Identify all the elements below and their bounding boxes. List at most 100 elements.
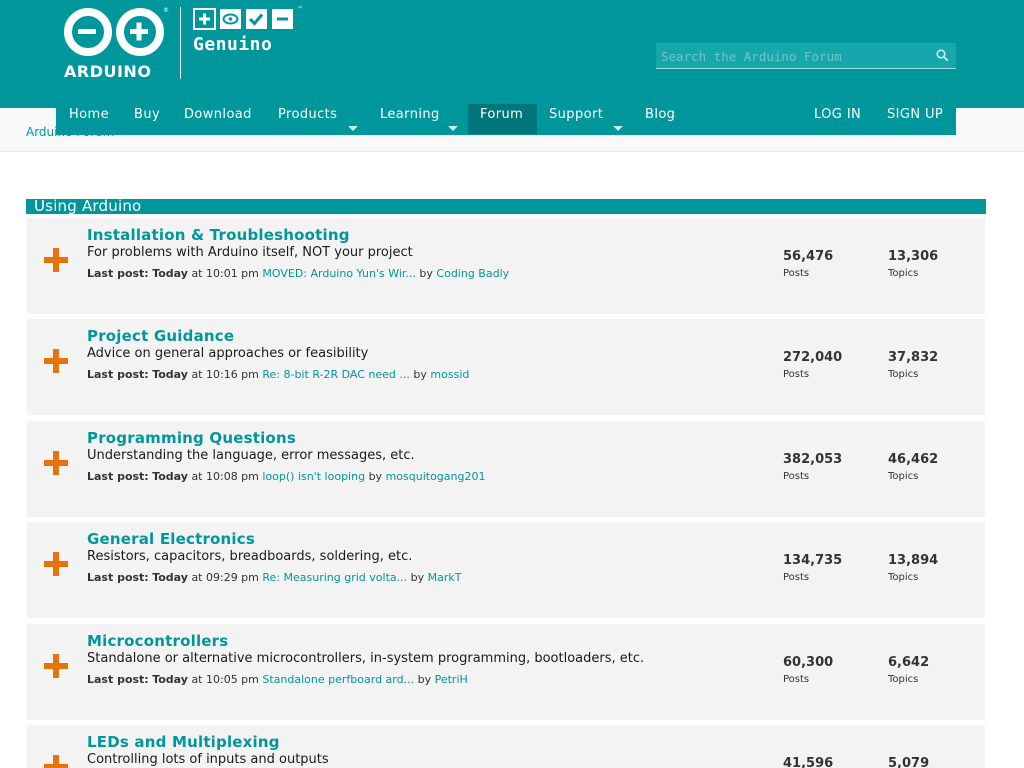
- support-chevron-down-icon[interactable]: [613, 126, 623, 131]
- last-post-topic-link[interactable]: Re: 8-bit R-2R DAC need ...: [262, 368, 410, 381]
- board-description: Advice on general approaches or feasibil…: [87, 346, 369, 361]
- board-plus-icon: [44, 654, 68, 678]
- nav-support[interactable]: Support: [549, 104, 603, 134]
- posts-label: Posts: [783, 674, 810, 685]
- board-plus-icon: [44, 552, 68, 576]
- registered-mark: ®: [163, 7, 169, 14]
- logo-divider: [180, 7, 181, 79]
- search-icon[interactable]: [936, 49, 949, 62]
- board-plus-icon: [44, 451, 68, 475]
- forum-search-input[interactable]: [656, 43, 926, 69]
- board-row: General Electronics Resistors, capacitor…: [27, 522, 985, 618]
- last-post-topic-link[interactable]: Re: Measuring grid volta...: [262, 571, 407, 584]
- nav-blog[interactable]: Blog: [645, 104, 675, 134]
- board-title-link[interactable]: General Electronics: [87, 530, 255, 548]
- posts-count: 56,476: [783, 249, 834, 264]
- genuino-wordmark[interactable]: Genuino: [193, 34, 272, 55]
- board-title-link[interactable]: Microcontrollers: [87, 632, 228, 650]
- last-post-label: Last post:: [87, 571, 149, 584]
- last-post-topic-link[interactable]: MOVED: Arduino Yun's Wir...: [262, 267, 416, 280]
- last-post-day: Today: [152, 571, 188, 584]
- last-post-author-link[interactable]: mosquitogang201: [386, 470, 486, 483]
- topics-label: Topics: [888, 268, 919, 279]
- topics-label: Topics: [888, 572, 919, 583]
- topics-label: Topics: [888, 369, 919, 380]
- last-post-day: Today: [152, 368, 188, 381]
- board-row: Installation & Troubleshooting For probl…: [27, 218, 985, 314]
- last-post-author-link[interactable]: MarkT: [428, 571, 462, 584]
- site-header: ARDUINO ® ™ Genuino: [0, 0, 1024, 108]
- topics-count: 13,306: [888, 249, 939, 264]
- topics-count: 46,462: [888, 452, 939, 467]
- arduino-wordmark[interactable]: ARDUINO: [64, 62, 151, 81]
- last-post-time: at 10:05 pm: [191, 673, 259, 686]
- nav-download[interactable]: Download: [184, 104, 252, 134]
- topics-label: Topics: [888, 674, 919, 685]
- nav-forum[interactable]: Forum: [468, 104, 537, 134]
- learning-chevron-down-icon[interactable]: [448, 126, 458, 131]
- category-header: Using Arduino: [26, 197, 986, 215]
- last-post-topic-link[interactable]: loop() isn't looping: [262, 470, 365, 483]
- posts-label: Posts: [783, 471, 810, 482]
- nav-learning[interactable]: Learning: [380, 104, 440, 134]
- board-last-post: Last post: Today at 10:16 pm Re: 8-bit R…: [87, 368, 469, 381]
- posts-label: Posts: [783, 268, 810, 279]
- board-plus-icon: [44, 248, 68, 272]
- posts-count: 41,596: [783, 756, 834, 768]
- last-post-topic-link[interactable]: Standalone perfboard ard...: [262, 673, 414, 686]
- products-chevron-down-icon[interactable]: [348, 126, 358, 131]
- category-title[interactable]: Using Arduino: [34, 197, 141, 215]
- last-post-author-link[interactable]: mossid: [430, 368, 469, 381]
- last-post-day: Today: [152, 673, 188, 686]
- last-post-by: by: [419, 267, 433, 280]
- board-description: Resistors, capacitors, breadboards, sold…: [87, 549, 413, 564]
- nav-home[interactable]: Home: [69, 104, 109, 134]
- board-description: Standalone or alternative microcontrolle…: [87, 651, 645, 666]
- last-post-author-link[interactable]: Coding Badly: [436, 267, 509, 280]
- topics-count: 13,894: [888, 553, 939, 568]
- last-post-by: by: [413, 368, 427, 381]
- board-last-post: Last post: Today at 10:05 pm Standalone …: [87, 673, 468, 686]
- forum-search-box: [656, 43, 956, 69]
- last-post-time: at 10:01 pm: [191, 267, 259, 280]
- topics-count: 6,642: [888, 655, 930, 670]
- board-last-post: Last post: Today at 10:01 pm MOVED: Ardu…: [87, 267, 509, 280]
- posts-count: 272,040: [783, 350, 843, 365]
- board-title-link[interactable]: Installation & Troubleshooting: [87, 226, 350, 244]
- board-description: Understanding the language, error messag…: [87, 448, 415, 463]
- board-plus-icon: [44, 755, 68, 768]
- topics-count: 5,079: [888, 756, 930, 768]
- last-post-by: by: [368, 470, 383, 483]
- posts-label: Posts: [783, 572, 810, 583]
- board-title-link[interactable]: Programming Questions: [87, 429, 296, 447]
- topics-count: 37,832: [888, 350, 939, 365]
- last-post-day: Today: [152, 470, 188, 483]
- board-row: Microcontrollers Standalone or alternati…: [27, 624, 985, 720]
- arduino-infinity-logo-icon[interactable]: [61, 7, 167, 57]
- board-last-post: Last post: Today at 09:29 pm Re: Measuri…: [87, 571, 461, 584]
- board-row: Project Guidance Advice on general appro…: [27, 319, 985, 415]
- last-post-author-link[interactable]: PetriH: [435, 673, 468, 686]
- posts-count: 60,300: [783, 655, 834, 670]
- trademark-mark: ™: [297, 6, 303, 13]
- last-post-by: by: [410, 571, 425, 584]
- last-post-time: at 10:16 pm: [191, 368, 259, 381]
- nav-products[interactable]: Products: [278, 104, 337, 134]
- login-link[interactable]: LOG IN: [814, 104, 861, 134]
- signup-link[interactable]: SIGN UP: [887, 104, 943, 134]
- board-title-link[interactable]: Project Guidance: [87, 327, 234, 345]
- last-post-day: Today: [152, 267, 188, 280]
- board-last-post: Last post: Today at 10:08 pm loop() isn'…: [87, 470, 485, 483]
- posts-count: 382,053: [783, 452, 843, 467]
- last-post-time: at 09:29 pm: [191, 571, 259, 584]
- board-title-link[interactable]: LEDs and Multiplexing: [87, 733, 280, 751]
- posts-label: Posts: [783, 369, 810, 380]
- last-post-by: by: [417, 673, 432, 686]
- last-post-label: Last post:: [87, 673, 149, 686]
- genuino-symbols-icon[interactable]: [193, 8, 297, 30]
- topics-label: Topics: [888, 471, 919, 482]
- board-row: LEDs and Multiplexing Controlling lots o…: [27, 725, 985, 768]
- board-plus-icon: [44, 349, 68, 373]
- nav-buy[interactable]: Buy: [134, 104, 160, 134]
- last-post-label: Last post:: [87, 368, 149, 381]
